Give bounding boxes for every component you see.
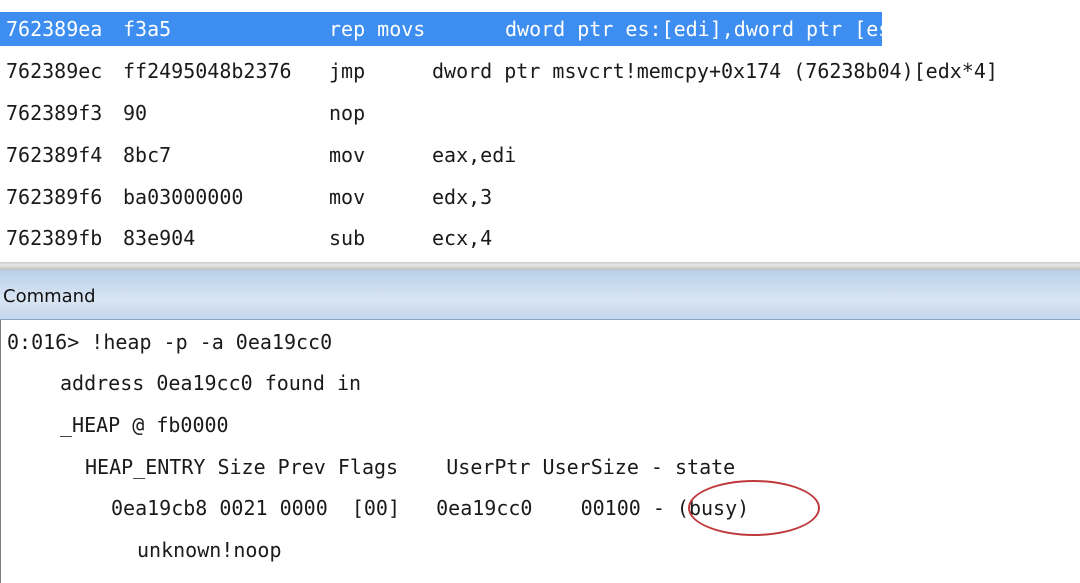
disasm-operands: dword ptr es:[edi],dword ptr [esi] (505, 17, 915, 41)
disasm-mnemonic: nop (329, 101, 366, 125)
command-output-line: _HEAP @ fb0000 (60, 413, 229, 437)
disasm-operands: ecx,4 (432, 226, 493, 250)
disasm-address: 762389f3 (6, 101, 103, 125)
disasm-mnemonic: sub (329, 226, 366, 250)
disasm-address: 762389f6 (6, 185, 103, 209)
disasm-mnemonic: mov (329, 143, 366, 167)
command-prompt-line: 0:016> !heap -p -a 0ea19cc0 (7, 330, 333, 354)
disasm-row[interactable]: 762389fb 83e904 sub ecx,4 (0, 221, 1080, 255)
command-window-titlebar[interactable]: Command (0, 270, 1080, 320)
heap-entry-header: HEAP_ENTRY Size Prev Flags UserPtr UserS… (85, 455, 736, 479)
command-output-line: unknown!noop (137, 538, 282, 562)
disasm-mnemonic: rep movs (329, 17, 426, 41)
disasm-address: 762389ec (6, 59, 103, 83)
command-output-line: address 0ea19cc0 found in (60, 371, 362, 395)
disasm-bytes: ff2495048b2376 (123, 59, 292, 83)
heap-entry-row: 0ea19cb8 0021 0000 [00] 0ea19cc0 00100 -… (111, 496, 750, 520)
disasm-row[interactable]: 762389ec ff2495048b2376 jmp dword ptr ms… (0, 54, 1080, 88)
disasm-operands: dword ptr msvcrt!memcpy+0x174 (76238b04)… (432, 59, 998, 83)
disasm-bytes: 8bc7 (123, 143, 172, 167)
disasm-row[interactable]: 762389f3 90 nop (0, 96, 1080, 130)
disasm-row[interactable]: 762389f4 8bc7 mov eax,edi (0, 138, 1080, 172)
command-output[interactable]: 0:016> !heap -p -a 0ea19cc0 address 0ea1… (0, 320, 1080, 583)
disasm-bytes: 83e904 (123, 226, 196, 250)
disasm-bytes: ba03000000 (123, 185, 244, 209)
disasm-address: 762389ea (6, 17, 103, 41)
busy-annotation-circle (688, 480, 820, 536)
disassembly-pane: 762389ea f3a5 rep movs dword ptr es:[edi… (0, 0, 1080, 262)
disasm-row-current[interactable]: 762389ea f3a5 rep movs dword ptr es:[edi… (0, 12, 914, 46)
disasm-mnemonic: jmp (329, 59, 366, 83)
disasm-operands: eax,edi (432, 143, 517, 167)
disasm-operands: edx,3 (432, 185, 493, 209)
disasm-mnemonic: mov (329, 185, 366, 209)
disasm-address: 762389f4 (6, 143, 103, 167)
command-window-title: Command (3, 286, 96, 307)
pane-splitter[interactable] (0, 262, 1080, 270)
disasm-row[interactable]: 762389f6 ba03000000 mov edx,3 (0, 180, 1080, 214)
disasm-bytes: 90 (123, 101, 148, 125)
disasm-bytes: f3a5 (123, 17, 172, 41)
disasm-address: 762389fb (6, 226, 103, 250)
